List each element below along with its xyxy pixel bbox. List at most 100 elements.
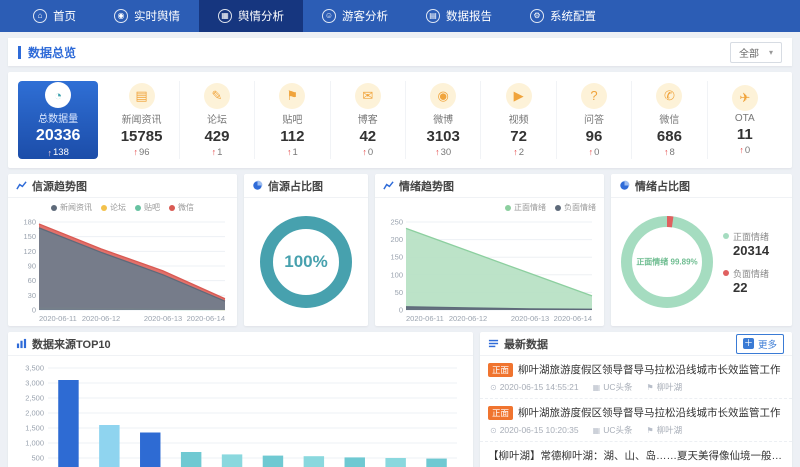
stat-card-news[interactable]: ▤ 新闻资讯 15785 ↑96 bbox=[104, 81, 179, 159]
svg-text:90: 90 bbox=[28, 261, 36, 270]
clock-icon: ⊙ bbox=[490, 383, 497, 392]
pie-chart-icon bbox=[252, 180, 263, 191]
chart-legend: 新闻资讯论坛贴吧微信 bbox=[8, 198, 237, 213]
overview-header: 数据总览 全部 ▾ bbox=[8, 38, 792, 66]
sentiment-pie-chart bbox=[619, 214, 715, 310]
up-arrow-icon: ↑ bbox=[212, 147, 217, 157]
legend-item: 负面情绪 bbox=[555, 202, 596, 213]
stat-delta: ↑1 bbox=[212, 147, 223, 158]
line-chart-icon bbox=[16, 180, 27, 191]
nav-item-home[interactable]: ⌂ 首页 bbox=[14, 0, 95, 32]
stat-delta: ↑0 bbox=[362, 147, 373, 158]
news-site: 柳叶湖 bbox=[657, 381, 683, 393]
stat-label: 总数据量 bbox=[38, 110, 78, 125]
panel-header: 情绪占比图 bbox=[611, 174, 792, 198]
stat-card-total[interactable]: ◔ 总数据量 20336 ↑138 bbox=[18, 81, 98, 159]
news-title: 柳叶湖旅游度假区领导督导马拉松沿线城市长效监管工作 bbox=[518, 405, 781, 420]
up-arrow-icon: ↑ bbox=[435, 147, 440, 157]
nav-item-realtime[interactable]: ◉ 实时舆情 bbox=[95, 0, 199, 32]
up-arrow-icon: ↑ bbox=[287, 147, 292, 157]
bar bbox=[263, 456, 283, 467]
stat-value: 96 bbox=[586, 128, 603, 145]
nav-item-label: 系统配置 bbox=[550, 8, 596, 24]
up-arrow-icon: ↑ bbox=[664, 147, 669, 157]
nav-item-settings[interactable]: ⚙ 系统配置 bbox=[511, 0, 615, 32]
svg-text:0: 0 bbox=[399, 305, 403, 314]
svg-text:2,500: 2,500 bbox=[25, 394, 44, 403]
legend-item: 微信 bbox=[169, 202, 194, 213]
stat-delta: ↑96 bbox=[134, 147, 150, 158]
svg-text:1,500: 1,500 bbox=[25, 424, 44, 433]
svg-text:150: 150 bbox=[390, 252, 403, 261]
panel-header: 信源占比图 bbox=[244, 174, 368, 198]
news-site: 柳叶湖 bbox=[657, 424, 683, 436]
stat-value: 15785 bbox=[121, 128, 163, 145]
svg-text:3,500: 3,500 bbox=[25, 364, 44, 373]
accent-bar bbox=[18, 46, 21, 59]
legend-dot bbox=[723, 270, 729, 276]
stat-delta: ↑30 bbox=[435, 147, 451, 158]
stat-card-blog[interactable]: ✉ 博客 42 ↑0 bbox=[331, 81, 406, 159]
svg-text:2020-06-14: 2020-06-14 bbox=[554, 314, 592, 323]
chart-body: 0501001502002502020-06-112020-06-122020-… bbox=[375, 213, 604, 326]
pie-chart-icon: ◔ bbox=[45, 82, 71, 108]
up-arrow-icon: ↑ bbox=[513, 147, 518, 157]
stat-card-forum[interactable]: ✎ 论坛 429 ↑1 bbox=[180, 81, 255, 159]
list-item[interactable]: 正面 柳叶湖旅游度假区领导督导马拉松沿线城市长效监管工作 ⊙2020-06-15… bbox=[480, 356, 792, 399]
list-icon bbox=[488, 338, 499, 349]
source-icon: ▦ bbox=[593, 426, 601, 435]
legend-entry-positive: 正面情绪 20314 bbox=[723, 230, 769, 258]
list-item[interactable]: 【柳叶湖】常德柳叶湖：湖、山、岛……夏天美得像仙境一般的宝藏地 ⊙2020-06… bbox=[480, 442, 792, 467]
stat-card-qa[interactable]: ? 问答 96 ↑0 bbox=[557, 81, 632, 159]
nav-item-label: 游客分析 bbox=[342, 8, 388, 24]
news-title: 柳叶湖旅游度假区领导督导马拉松沿线城市长效监管工作 bbox=[518, 362, 781, 377]
bar bbox=[222, 454, 242, 467]
stat-label: 微博 bbox=[433, 111, 453, 126]
bar bbox=[181, 452, 201, 467]
stat-label: 论坛 bbox=[207, 111, 227, 126]
nav-item-report[interactable]: ▤ 数据报告 bbox=[407, 0, 511, 32]
panel-header: 信源趋势图 bbox=[8, 174, 237, 198]
legend-item: 新闻资讯 bbox=[51, 202, 92, 213]
filter-select[interactable]: 全部 ▾ bbox=[730, 42, 782, 63]
bar bbox=[426, 459, 446, 467]
panel-latest: 最新数据 ＋ 更多 正面 柳叶湖旅游度假区领导督导马拉松沿线城市长效监管工作 ⊙… bbox=[480, 332, 792, 467]
bar bbox=[58, 380, 78, 467]
svg-text:500: 500 bbox=[31, 454, 44, 463]
stat-card-ota[interactable]: ✈ OTA 11 ↑0 bbox=[708, 81, 782, 159]
legend-dot bbox=[723, 233, 729, 239]
stat-value: 11 bbox=[737, 126, 753, 143]
forum-icon: ✎ bbox=[204, 83, 230, 109]
nav-item-analysis[interactable]: ▦ 舆情分析 bbox=[199, 0, 303, 32]
svg-text:2020-06-12: 2020-06-12 bbox=[449, 314, 487, 323]
up-arrow-icon: ↑ bbox=[739, 145, 744, 155]
panel-header: 数据来源TOP10 bbox=[8, 332, 473, 356]
stat-card-tieba[interactable]: ⚑ 贴吧 112 ↑1 bbox=[255, 81, 330, 159]
nav-item-visitor[interactable]: ☺ 游客分析 bbox=[303, 0, 407, 32]
panel-title: 数据来源TOP10 bbox=[32, 336, 111, 352]
panel-source-pie: 信源占比图 100% bbox=[244, 174, 368, 326]
bar-chart-icon bbox=[16, 338, 27, 349]
more-button[interactable]: ＋ 更多 bbox=[736, 334, 784, 354]
stat-card-video[interactable]: ▶ 视频 72 ↑2 bbox=[481, 81, 556, 159]
source-icon: ▦ bbox=[593, 383, 601, 392]
up-arrow-icon: ↑ bbox=[48, 148, 53, 158]
panel-header: 情绪趋势图 bbox=[375, 174, 604, 198]
stat-label: 博客 bbox=[358, 111, 378, 126]
sentiment-trend-chart: 0501001502002502020-06-112020-06-122020-… bbox=[380, 217, 599, 323]
report-icon: ▤ bbox=[426, 9, 440, 23]
charts-row: 信源趋势图 新闻资讯论坛贴吧微信 03060901201501802020-06… bbox=[8, 174, 792, 326]
stat-value: 72 bbox=[510, 128, 527, 145]
stat-card-wechat[interactable]: ✆ 微信 686 ↑8 bbox=[632, 81, 707, 159]
news-time: 2020-06-15 14:55:21 bbox=[500, 382, 579, 392]
panel-title: 信源趋势图 bbox=[32, 178, 87, 194]
list-item[interactable]: 正面 柳叶湖旅游度假区领导督导马拉松沿线城市长效监管工作 ⊙2020-06-15… bbox=[480, 399, 792, 442]
svg-text:180: 180 bbox=[23, 217, 36, 226]
svg-text:250: 250 bbox=[390, 217, 403, 226]
news-source: UC头条 bbox=[603, 424, 632, 436]
stat-delta: ↑8 bbox=[664, 147, 675, 158]
top10-bar-chart: 05001,0001,5002,0002,5003,0003,500新浪百家号腾… bbox=[14, 360, 467, 467]
up-arrow-icon: ↑ bbox=[362, 147, 367, 157]
monitor-icon: ◉ bbox=[114, 9, 128, 23]
stat-card-weibo[interactable]: ◉ 微博 3103 ↑30 bbox=[406, 81, 481, 159]
